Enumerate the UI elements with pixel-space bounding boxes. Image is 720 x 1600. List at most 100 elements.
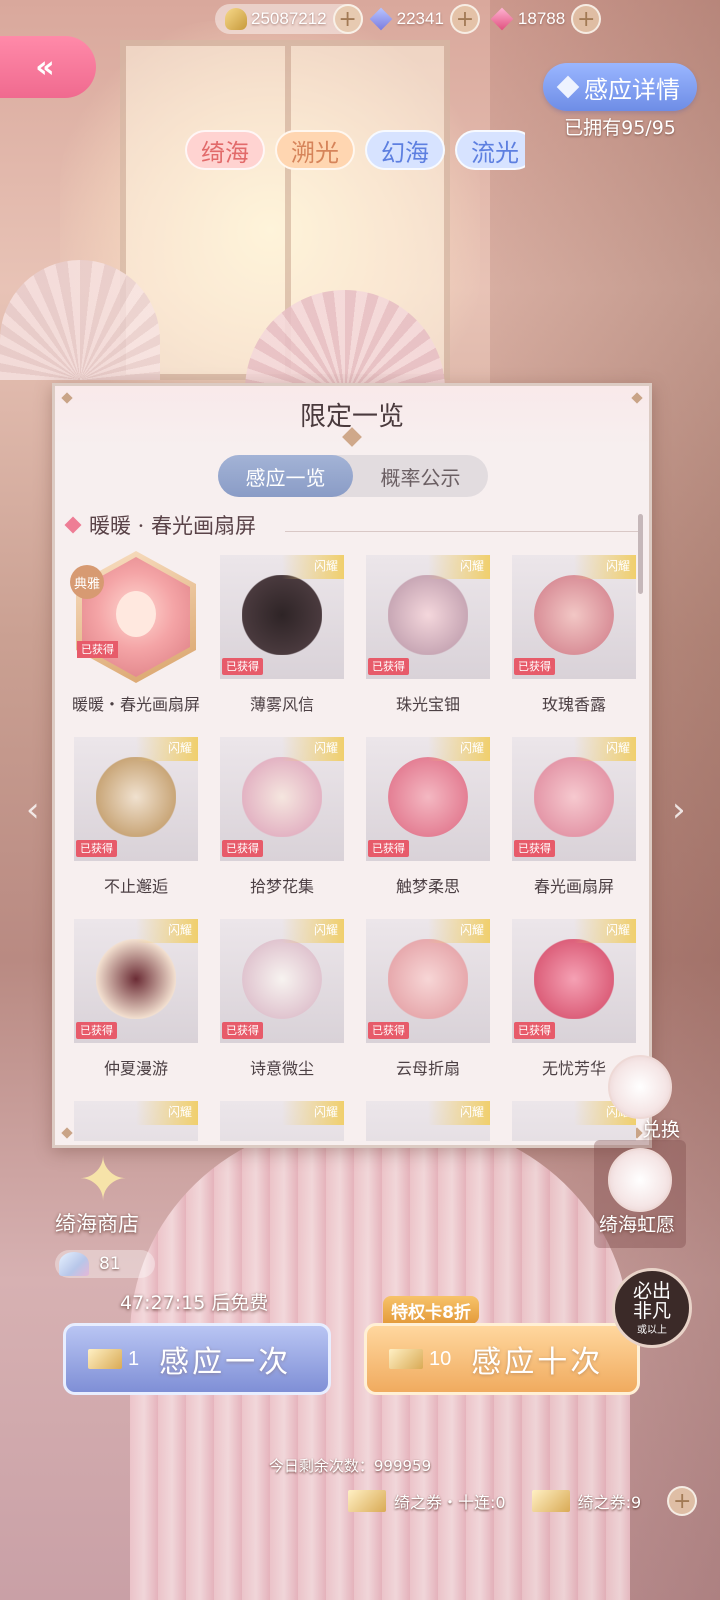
pink-diamond-currency: 18788 + <box>490 4 602 34</box>
pool-tab-0[interactable]: 绮海 <box>185 130 265 170</box>
item-thumbnail: 闪耀已获得 <box>220 555 344 679</box>
obtained-badge: 已获得 <box>76 840 117 857</box>
item-card[interactable]: 闪耀已获得玫瑰香露 <box>505 551 642 733</box>
item-card[interactable]: 闪耀 已获得 春光画扇屏 <box>505 733 642 915</box>
free-timer: 47:27:15 后免费 <box>120 1292 269 1314</box>
tab-probability[interactable]: 概率公示 <box>353 455 488 497</box>
item-card[interactable]: 闪耀已获得薄雾风信 <box>213 551 359 733</box>
rarity-ribbon: 闪耀 <box>136 919 198 943</box>
guarantee-sub: 或以上 <box>637 1324 667 1336</box>
pool-tab-1[interactable]: 溯光 <box>275 130 355 170</box>
item-thumbnail: 闪耀 已获得 <box>366 919 490 1043</box>
obtained-badge: 已获得 <box>222 1022 263 1039</box>
pink-diamond-icon <box>490 7 514 31</box>
item-card[interactable]: 典雅 已获得 暖暖・春光画扇屏 <box>67 551 213 733</box>
exchange-button[interactable] <box>608 1055 672 1119</box>
rarity-ribbon: 闪耀 <box>282 919 344 943</box>
single-ticket-counter: 绮之券:9 <box>531 1489 642 1513</box>
obtained-badge: 已获得 <box>76 1022 117 1039</box>
section-header: 暖暖 · 春光画扇屏 <box>64 510 257 540</box>
add-diamond-button[interactable]: + <box>449 4 480 34</box>
item-art <box>96 939 176 1019</box>
item-name: 珠光宝钿 <box>395 695 460 714</box>
tab-induction-overview[interactable]: 感应一览 <box>218 455 353 497</box>
ticket-bar: 绮之券・十连:0 绮之券:9 + <box>348 1486 698 1516</box>
item-thumbnail: 闪耀 已获得 <box>366 555 490 679</box>
wish-button[interactable] <box>608 1148 672 1212</box>
shop-star-icon[interactable]: ✦ <box>62 1150 144 1210</box>
item-card[interactable]: 闪耀 <box>359 1097 505 1141</box>
item-card[interactable]: 闪耀 已获得 拾梦花集 <box>213 733 359 915</box>
ticket-icon <box>88 1349 122 1369</box>
discount-badge: 特权卡8折 <box>383 1296 479 1324</box>
obtained-badge: 已获得 <box>222 658 263 675</box>
gold-value: 25087212 <box>251 9 327 28</box>
rarity-ribbon: 闪耀 <box>282 555 344 579</box>
obtained-badge: 已获得 <box>368 1022 409 1039</box>
item-card[interactable]: 闪耀 已获得 诗意微尘 <box>213 915 359 1097</box>
pool-tab-3[interactable]: 流光 <box>455 130 525 170</box>
obtained-badge: 已获得 <box>368 840 409 857</box>
shell-count: 81 <box>99 1254 121 1274</box>
item-name: 暖暖・春光画扇屏 <box>71 695 200 714</box>
detail-label: 感应详情 <box>584 75 680 104</box>
section-title: 暖暖 · 春光画扇屏 <box>89 514 257 538</box>
item-art <box>534 939 614 1019</box>
item-card[interactable]: 闪耀已获得不止邂逅 <box>67 733 213 915</box>
item-name: 春光画扇屏 <box>533 877 614 896</box>
draw-ten-button[interactable]: 10 感应十次 <box>364 1323 640 1395</box>
draw-once-button[interactable]: 1 感应一次 <box>63 1323 331 1395</box>
rarity-ribbon: 闪耀 <box>574 555 636 579</box>
item-thumbnail: 闪耀 <box>220 1101 344 1141</box>
prev-arrow-icon[interactable]: ‹ <box>26 790 50 830</box>
ten-ticket-label: 绮之券・十连:0 <box>394 1493 506 1512</box>
item-art <box>534 757 614 837</box>
panel-tab-switch: 感应一览 概率公示 <box>218 455 488 497</box>
draw-ten-label: 感应十次 <box>471 1345 604 1380</box>
gold-coin-icon <box>225 8 247 30</box>
shell-icon <box>59 1252 89 1276</box>
guarantee-badge: 必出非凡 或以上 <box>612 1268 692 1348</box>
item-art <box>242 757 322 837</box>
item-card[interactable]: 闪耀 已获得 珠光宝钿 <box>359 551 505 733</box>
item-name: 薄雾风信 <box>249 695 314 714</box>
double-chevron-left-icon: « <box>35 49 55 85</box>
single-ticket-label: 绮之券:9 <box>577 1493 642 1512</box>
add-gold-button[interactable]: + <box>332 4 363 34</box>
rarity-ribbon: 闪耀 <box>574 919 636 943</box>
item-art <box>388 939 468 1019</box>
pool-tabs: 绮海 溯光 幻海 流光 <box>185 130 525 170</box>
item-thumbnail: 闪耀 已获得 <box>220 737 344 861</box>
item-card[interactable]: 闪耀已获得仲夏漫游 <box>67 915 213 1097</box>
induction-detail-button[interactable]: 感应详情 <box>543 63 697 111</box>
ten-ticket-counter: 绮之券・十连:0 <box>348 1489 506 1513</box>
item-card[interactable]: 闪耀 已获得触梦柔思 <box>359 733 505 915</box>
pink-diamond-value: 18788 <box>517 9 566 28</box>
item-card[interactable]: 闪耀 已获得 云母折扇 <box>359 915 505 1097</box>
obtained-badge: 已获得 <box>514 658 555 675</box>
pool-tab-2[interactable]: 幻海 <box>365 130 445 170</box>
item-name: 触梦柔思 <box>395 877 460 896</box>
item-thumbnail: 闪耀 已获得 <box>366 737 490 861</box>
add-pink-diamond-button[interactable]: + <box>571 4 602 34</box>
item-name: 不止邂逅 <box>103 877 168 896</box>
item-art <box>96 757 176 837</box>
shop-title[interactable]: 绮海商店 <box>55 1208 139 1238</box>
item-name: 玫瑰香露 <box>541 695 606 714</box>
rarity-ribbon: 闪耀 <box>136 737 198 761</box>
currency-bar: 25087212 + 22341 + 18788 + <box>215 0 720 38</box>
next-arrow-icon[interactable]: › <box>672 790 696 830</box>
item-name: 拾梦花集 <box>249 877 314 896</box>
rarity-ribbon: 闪耀 <box>136 1101 198 1125</box>
limited-overview-panel: 限定一览 感应一览 概率公示 暖暖 · 春光画扇屏 典雅 已获得 暖暖・春光画扇… <box>52 383 652 1148</box>
back-button[interactable]: « <box>0 36 96 98</box>
diamond-value: 22341 <box>396 9 444 28</box>
shell-counter: 81 <box>55 1250 155 1278</box>
item-art <box>534 575 614 655</box>
item-name: 仲夏漫游 <box>103 1059 168 1078</box>
add-ticket-button[interactable]: + <box>667 1486 698 1516</box>
ticket-icon <box>389 1349 423 1369</box>
obtained-badge: 已获得 <box>77 641 118 658</box>
item-card[interactable]: 闪耀 <box>213 1097 359 1141</box>
item-card[interactable]: 闪耀 <box>67 1097 213 1141</box>
